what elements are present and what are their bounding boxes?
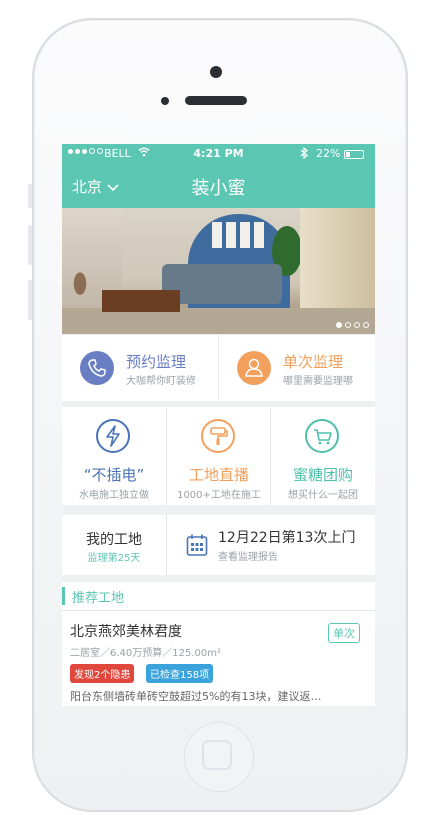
site-card[interactable]: 北京燕郊美林君度 单次 二居室／6.40万预算／125.00m² 发现2个隐患 … — [62, 611, 375, 706]
no-plug-service-button[interactable]: “不插电” 水电施工独立做 — [62, 407, 166, 505]
single-supervision-title: 单次监理 — [283, 353, 344, 371]
banner-sofa — [162, 264, 282, 304]
view-report-link: 查看监理报告 — [218, 552, 278, 563]
site-live-title: 工地直播 — [188, 466, 249, 484]
section-accent-bar — [62, 587, 65, 605]
banner-coffee-table — [102, 290, 180, 312]
no-plug-subtitle: 水电施工独立做 — [79, 490, 149, 501]
book-supervision-button[interactable]: 预约监理 大咖帮你盯装修 — [62, 335, 218, 401]
my-site-row: 我的工地 监理第25天 12月22日第13次上门 查看监理报告 — [62, 515, 375, 575]
hazard-badge: 发现2个隐患 — [70, 664, 135, 683]
proximity-sensor — [161, 97, 169, 105]
site-description: 阳台东侧墙砖单砖空鼓超过5%的有13块，建议返… — [70, 690, 322, 703]
status-bar: BELL 4:21 PM 22% — [62, 144, 375, 164]
person-icon — [237, 351, 271, 385]
cart-icon — [305, 419, 339, 453]
page-dot-1[interactable] — [336, 322, 342, 328]
site-live-button[interactable]: 工地直播 1000+工地在施工 — [167, 407, 271, 505]
app-screen: BELL 4:21 PM 22% 北京 装小蜜 预约监理 大咖帮你盯装修 单次监… — [62, 144, 375, 706]
my-site-button[interactable]: 我的工地 监理第25天 — [62, 515, 166, 575]
service-grid: “不插电” 水电施工独立做 工地直播 1000+工地在施工 蜜糖团购 想买什么一… — [62, 407, 375, 505]
page-dot-4[interactable] — [363, 322, 369, 328]
checked-badge: 已检查158项 — [146, 664, 214, 683]
bluetooth-icon — [300, 146, 308, 162]
front-camera — [210, 66, 222, 78]
banner-page-indicator[interactable] — [336, 322, 369, 328]
mute-switch — [28, 184, 32, 208]
page-dot-3[interactable] — [354, 322, 360, 328]
recommend-section-header: 推荐工地 — [62, 582, 375, 611]
section-title: 推荐工地 — [72, 591, 125, 606]
battery-icon — [344, 150, 364, 159]
my-site-days: 监理第25天 — [87, 553, 141, 564]
home-button-square-icon — [202, 740, 232, 770]
nav-bar: 北京 装小蜜 — [62, 164, 375, 208]
no-plug-title: “不插电” — [83, 466, 145, 484]
living-room-banner[interactable] — [62, 208, 375, 334]
volume-up-button — [28, 225, 32, 265]
book-supervision-subtitle: 大咖帮你盯装修 — [126, 376, 196, 387]
site-type-tag: 单次 — [328, 623, 360, 643]
book-supervision-title: 预约监理 — [126, 353, 187, 371]
site-name: 北京燕郊美林君度 — [70, 624, 182, 640]
site-meta: 二居室／6.40万预算／125.00m² — [70, 648, 222, 659]
banner-picture-frames — [212, 222, 268, 248]
volume-down-button — [28, 280, 32, 320]
paint-roller-icon — [201, 419, 235, 453]
group-buy-subtitle: 想买什么一起团 — [288, 490, 358, 501]
next-visit-button[interactable]: 12月22日第13次上门 查看监理报告 — [167, 515, 375, 575]
my-site-title: 我的工地 — [86, 532, 142, 548]
page-dot-2[interactable] — [345, 322, 351, 328]
group-buy-button[interactable]: 蜜糖团购 想买什么一起团 — [271, 407, 375, 505]
phone-icon — [80, 351, 114, 385]
app-title: 装小蜜 — [191, 178, 246, 199]
site-live-subtitle: 1000+工地在施工 — [177, 490, 261, 501]
calendar-icon — [186, 533, 208, 561]
battery-percentage: 22% — [316, 147, 341, 160]
next-visit-title: 12月22日第13次上门 — [218, 530, 356, 546]
earpiece-speaker — [185, 96, 247, 105]
single-supervision-subtitle: 哪里需要监理哪 — [283, 376, 353, 387]
group-buy-title: 蜜糖团购 — [292, 466, 353, 484]
lightning-icon — [96, 419, 130, 453]
supervision-row: 预约监理 大咖帮你盯装修 单次监理 哪里需要监理哪 — [62, 335, 375, 401]
single-supervision-button[interactable]: 单次监理 哪里需要监理哪 — [219, 335, 375, 401]
